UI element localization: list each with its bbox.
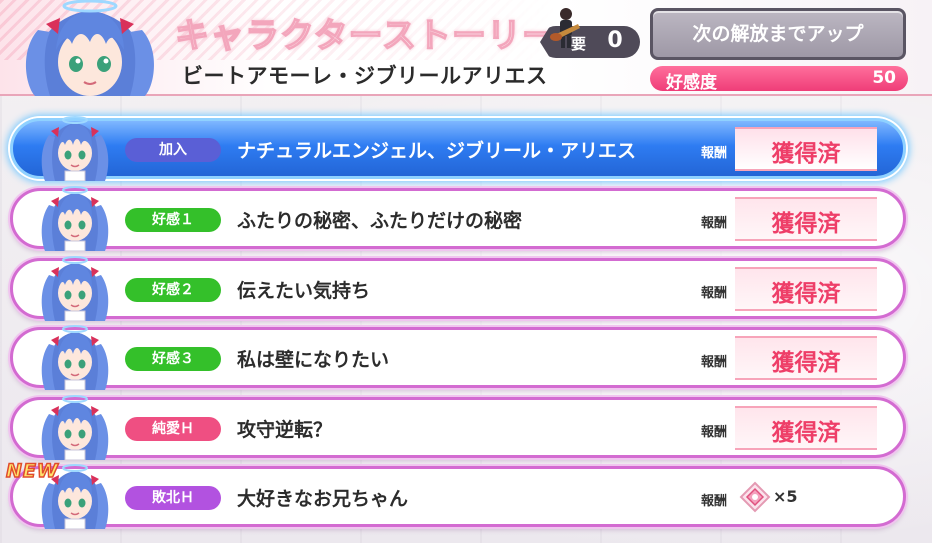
- story-row[interactable]: 純愛Ｈ 攻守逆転？ 報酬 獲得済: [10, 394, 906, 461]
- story-tag: 好感１: [125, 208, 221, 232]
- requirement-value: 0: [607, 28, 623, 53]
- story-tag: 好感３: [125, 347, 221, 371]
- unlock-next-button[interactable]: 次の解放までアップ: [650, 8, 906, 60]
- reward-label: 報酬: [701, 494, 728, 509]
- story-row[interactable]: 敗北Ｈ 大好きなお兄ちゃん 報酬 ×5: [10, 464, 906, 530]
- character-thumbnail: [39, 394, 111, 461]
- obtained-status: 獲得済: [771, 211, 841, 237]
- affinity-label: 好感度: [666, 73, 717, 93]
- obtained-status: 獲得済: [771, 420, 841, 446]
- obtained-status: 獲得済: [771, 281, 841, 307]
- reward-label: 報酬: [701, 216, 728, 231]
- character-thumbnail: [39, 115, 111, 182]
- character-thumbnail: [39, 324, 111, 391]
- reward-label: 報酬: [701, 355, 728, 370]
- requirement-label: 要: [571, 35, 587, 53]
- new-badge: NEW: [5, 459, 59, 483]
- obtained-status-box: 獲得済: [735, 197, 877, 241]
- story-tag: 好感２: [125, 278, 221, 302]
- story-title: ナチュラルエンジェル、ジブリール・アリエス: [237, 140, 637, 162]
- story-row[interactable]: 加入 ナチュラルエンジェル、ジブリール・アリエス 報酬 獲得済: [10, 115, 906, 182]
- story-row[interactable]: 好感３ 私は壁になりたい 報酬 獲得済: [10, 324, 906, 391]
- story-title: 攻守逆転？: [237, 419, 333, 441]
- story-row[interactable]: 好感１ ふたりの秘密、ふたりだけの秘密 報酬 獲得済: [10, 185, 906, 252]
- reward-label: 報酬: [701, 286, 728, 301]
- character-portrait: [20, 0, 160, 96]
- character-thumbnail: [39, 255, 111, 322]
- obtained-status-box: 獲得済: [735, 406, 877, 450]
- story-tag: 加入: [125, 138, 221, 162]
- story-title: ふたりの秘密、ふたりだけの秘密: [237, 210, 523, 232]
- story-title: 伝えたい気持ち: [237, 280, 371, 302]
- obtained-status: 獲得済: [771, 141, 841, 167]
- reward-quantity: ×5: [773, 487, 798, 506]
- obtained-status-box: 獲得済: [735, 127, 877, 171]
- screen-title: キャラクターストーリー: [174, 15, 557, 57]
- story-tag: 純愛Ｈ: [125, 417, 221, 441]
- affinity-bar: 好感度 50: [650, 66, 908, 93]
- story-title: 大好きなお兄ちゃん: [237, 488, 409, 510]
- reward-label: 報酬: [701, 425, 728, 440]
- character-name: ビートアモーレ・ジブリールアリエス: [182, 64, 548, 88]
- header: キャラクターストーリー ビートアモーレ・ジブリールアリエス 要 0 次の解放まで…: [0, 0, 932, 96]
- obtained-status-box: 獲得済: [735, 336, 877, 380]
- gem-icon: [739, 481, 771, 513]
- character-thumbnail: [39, 185, 111, 252]
- affinity-value: 50: [872, 68, 896, 88]
- reward-label: 報酬: [701, 146, 728, 161]
- story-title: 私は壁になりたい: [237, 349, 390, 371]
- obtained-status: 獲得済: [771, 350, 841, 376]
- obtained-status-box: 獲得済: [735, 267, 877, 311]
- story-tag: 敗北Ｈ: [125, 486, 221, 510]
- story-row[interactable]: 好感２ 伝えたい気持ち 報酬 獲得済: [10, 255, 906, 322]
